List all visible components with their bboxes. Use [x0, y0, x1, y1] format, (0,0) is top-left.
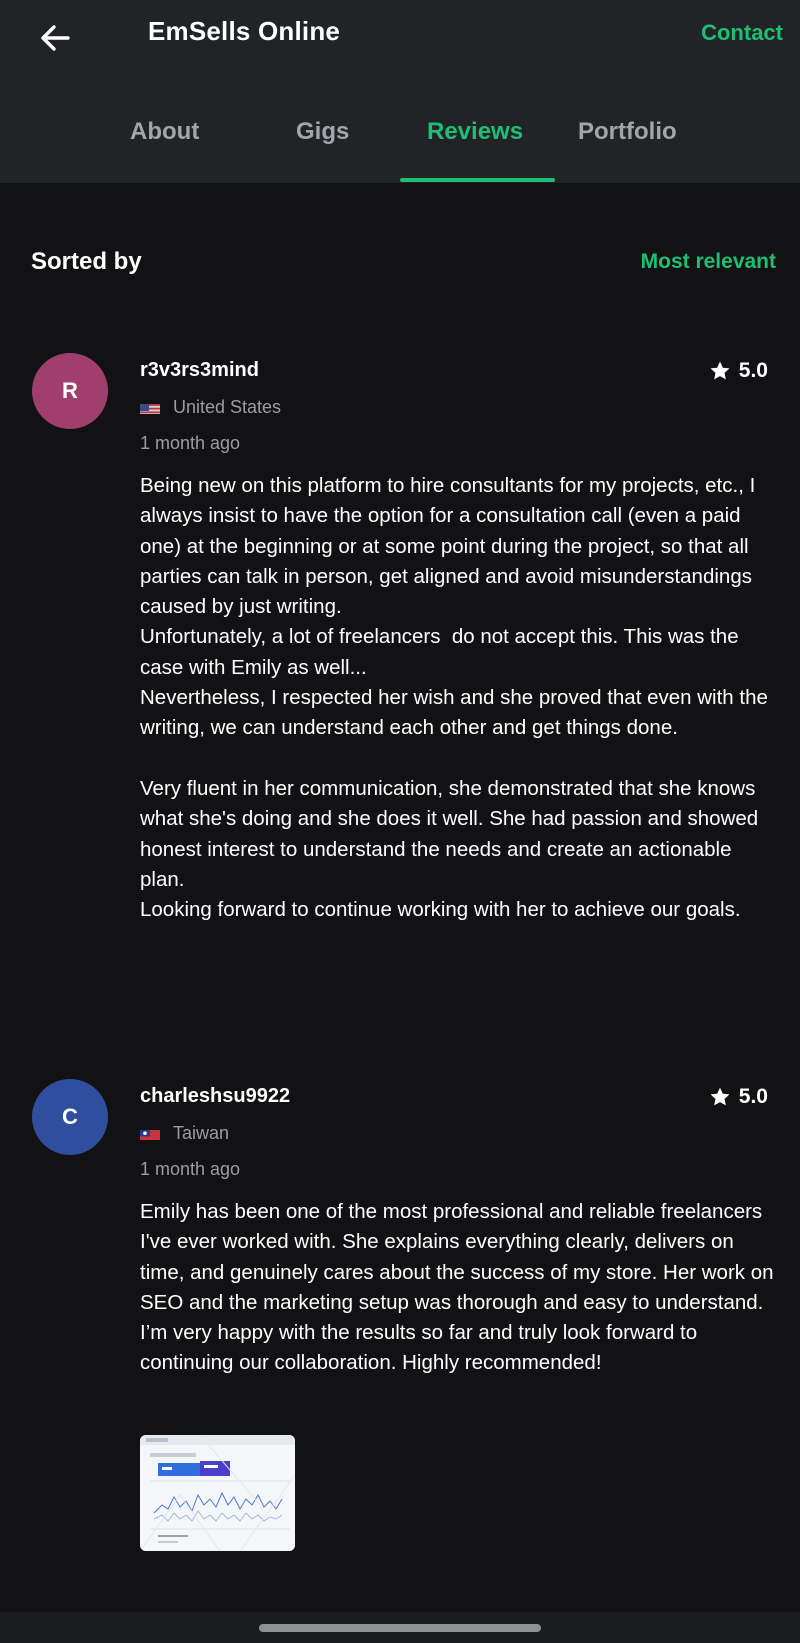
star-icon	[710, 1087, 730, 1106]
profile-tabs: About Gigs Reviews Portfolio	[0, 112, 800, 183]
reviewer-country: United States	[140, 397, 281, 418]
country-name: Taiwan	[173, 1123, 230, 1143]
dashboard-screenshot-thumbnail	[140, 1435, 295, 1551]
review-attachment-thumbnail[interactable]	[140, 1435, 295, 1551]
rating-value: 5.0	[738, 359, 768, 382]
avatar[interactable]: C	[32, 1079, 108, 1155]
top-app-bar: EmSells Online Contact About Gigs Review…	[0, 0, 800, 183]
reviewer-username[interactable]: r3v3rs3mind	[140, 359, 259, 382]
back-button[interactable]	[34, 16, 78, 60]
tab-about[interactable]: About	[130, 118, 199, 146]
sort-dropdown[interactable]: Most relevant	[641, 250, 776, 274]
us-flag-icon	[140, 401, 160, 414]
tab-gigs[interactable]: Gigs	[296, 118, 349, 146]
rating-value: 5.0	[738, 1085, 768, 1108]
review-text: Being new on this platform to hire consu…	[140, 474, 768, 922]
review-time: 1 month ago	[140, 433, 241, 453]
tab-portfolio[interactable]: Portfolio	[578, 118, 677, 146]
reviewer-username[interactable]: charleshsu9922	[140, 1085, 290, 1108]
country-name: United States	[173, 397, 282, 417]
review-text: Emily has been one of the most professio…	[140, 1200, 780, 1375]
page-title: EmSells Online	[148, 16, 341, 46]
sort-label: Sorted by	[31, 248, 142, 275]
home-indicator[interactable]	[259, 1624, 541, 1632]
active-tab-indicator	[400, 178, 555, 182]
star-icon	[710, 361, 730, 380]
rating: 5.0	[709, 1085, 768, 1109]
arrow-left-icon	[41, 25, 70, 51]
taiwan-flag-icon	[140, 1127, 160, 1140]
tab-reviews[interactable]: Reviews	[427, 118, 523, 146]
reviewer-country: Taiwan	[140, 1123, 229, 1144]
review-time: 1 month ago	[140, 1159, 241, 1179]
avatar[interactable]: R	[32, 353, 108, 429]
contact-button[interactable]: Contact	[701, 20, 783, 46]
rating: 5.0	[709, 359, 768, 383]
